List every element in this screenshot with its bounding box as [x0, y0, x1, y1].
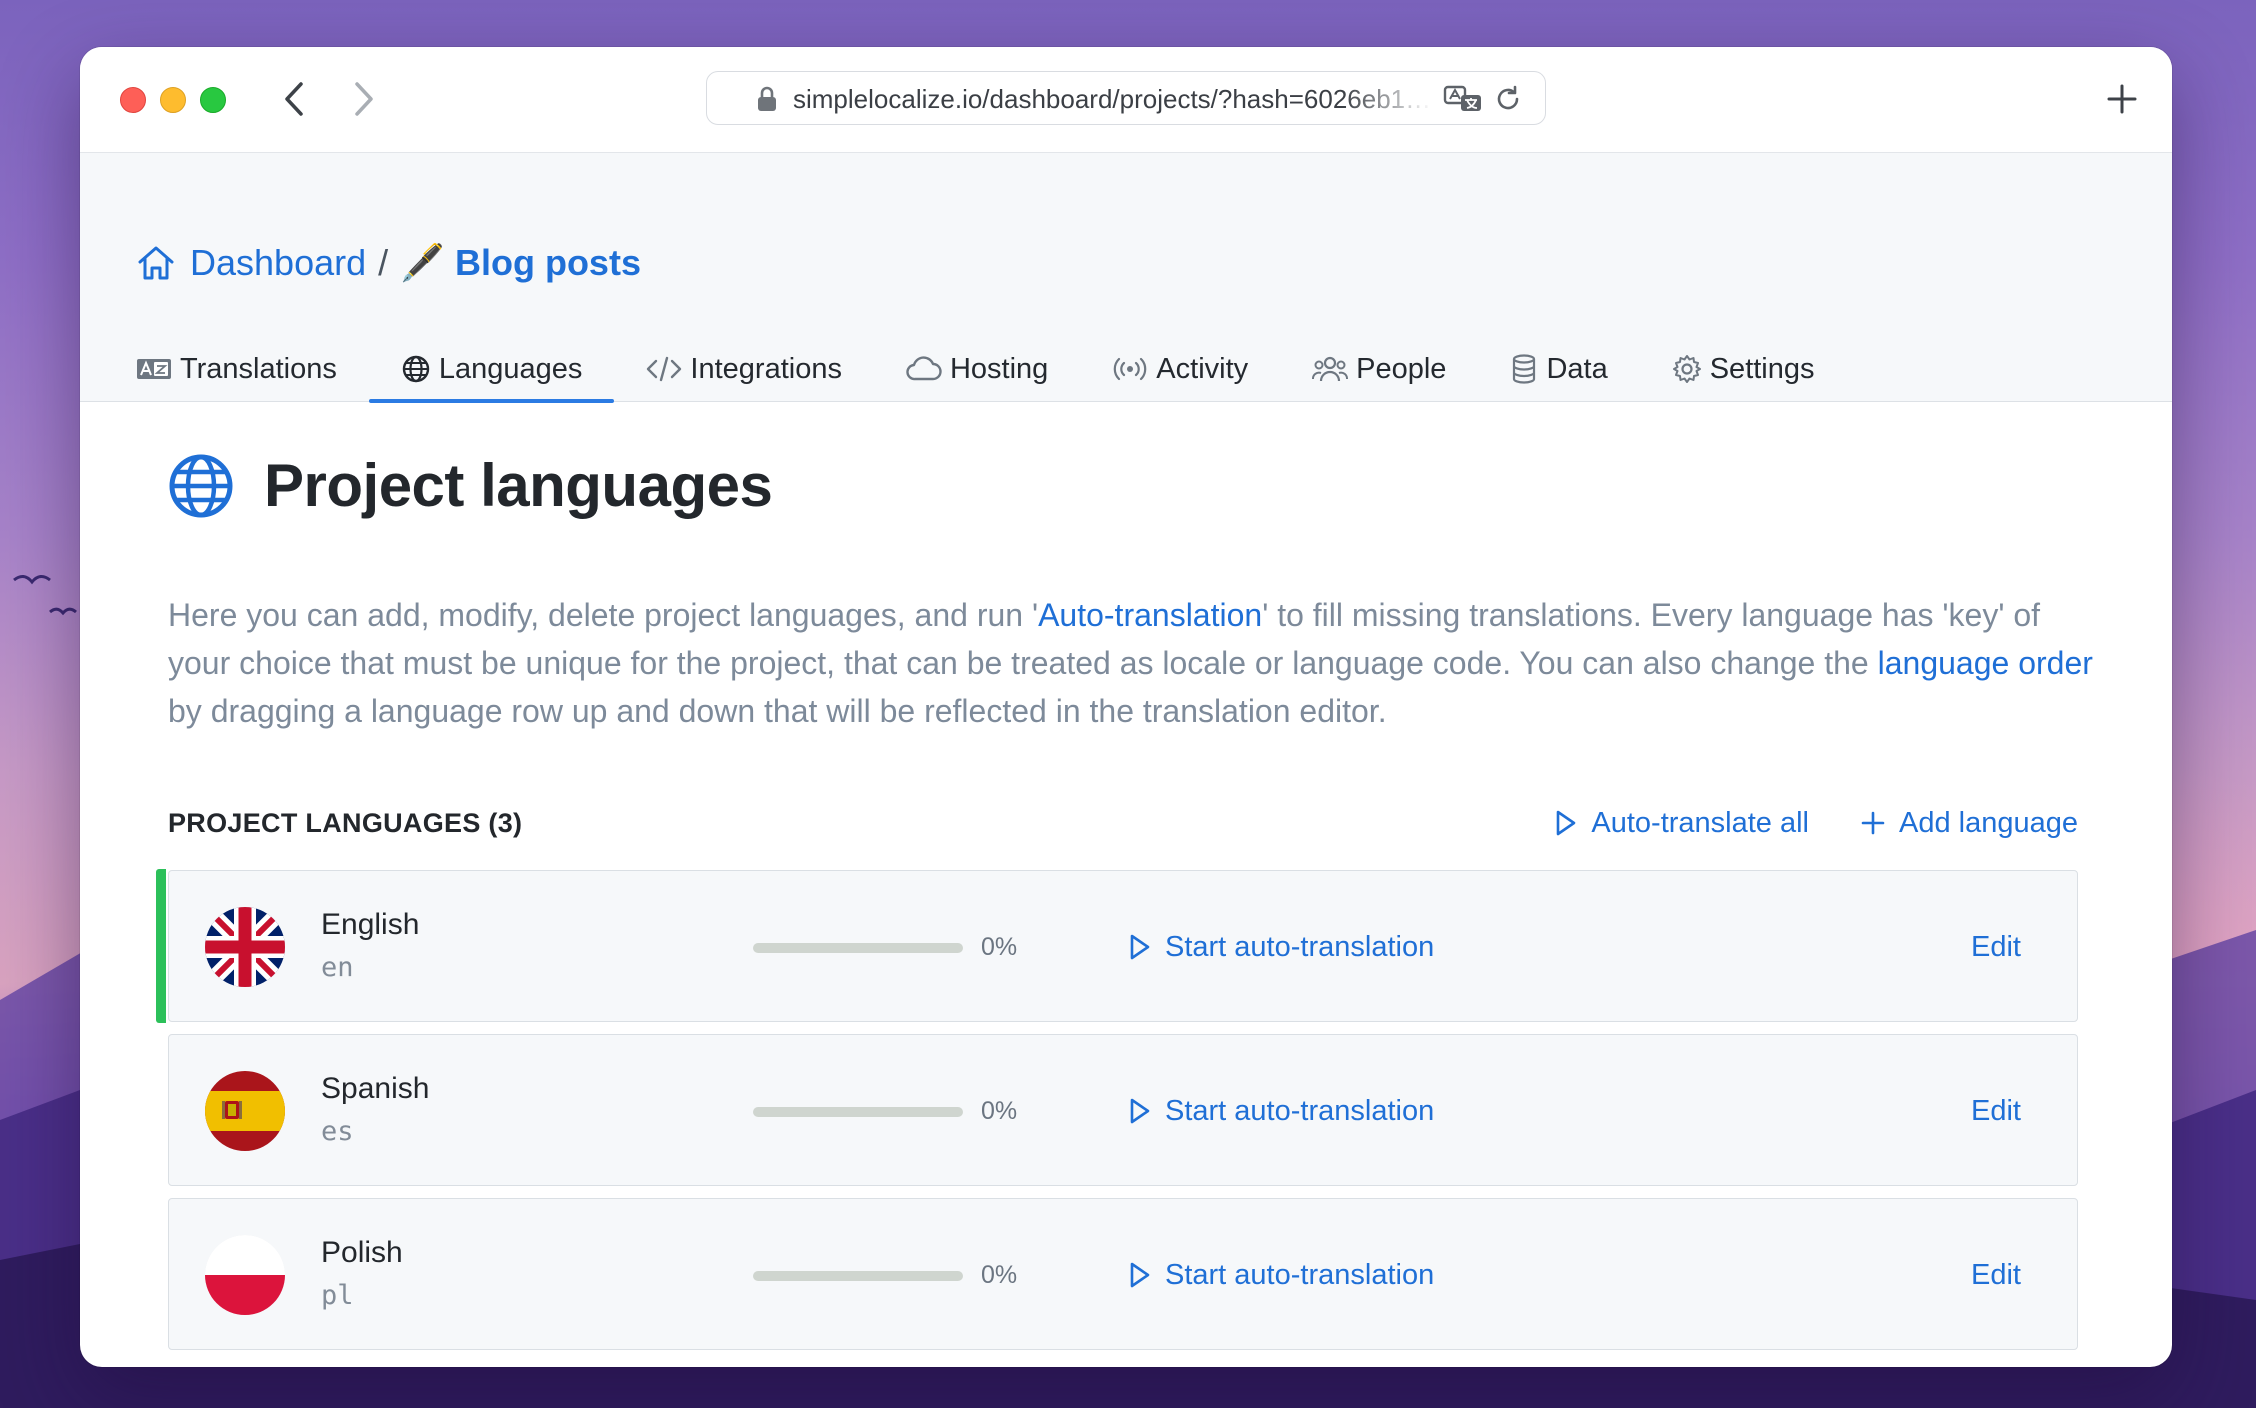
gear-icon — [1672, 354, 1702, 384]
language-code: pl — [321, 1280, 354, 1311]
auto-translation-link[interactable]: Auto-translation — [1038, 597, 1262, 633]
start-auto-translation-label: Start auto-translation — [1165, 1258, 1435, 1291]
people-icon — [1312, 355, 1349, 383]
edit-language-button[interactable]: Edit — [1971, 929, 2021, 965]
language-order-link[interactable]: language order — [1878, 645, 2093, 681]
tab-hosting[interactable]: Hosting — [906, 337, 1048, 401]
start-auto-translation-label: Start auto-translation — [1165, 1094, 1435, 1127]
translate-icon[interactable] — [1443, 84, 1483, 114]
home-icon[interactable] — [136, 244, 176, 282]
poland-flag-icon — [205, 1235, 285, 1315]
translations-icon — [136, 357, 172, 381]
add-language-button[interactable]: Add language — [1861, 807, 2078, 840]
tab-settings-label: Settings — [1709, 352, 1815, 385]
tab-data[interactable]: Data — [1510, 337, 1608, 401]
tab-people-label: People — [1356, 352, 1447, 385]
play-icon — [1555, 810, 1577, 836]
tab-integrations[interactable]: Integrations — [646, 337, 842, 401]
language-name: Polish — [321, 1236, 403, 1269]
language-name: English — [321, 908, 420, 941]
cloud-icon — [906, 356, 942, 382]
forward-button[interactable] — [342, 77, 386, 121]
language-code: es — [321, 1116, 354, 1147]
description-text: Here you can add, modify, delete project… — [168, 597, 1039, 633]
language-row-polish[interactable]: Polish pl 0% Start auto-translation Edit — [168, 1198, 2078, 1350]
tab-languages-label: Languages — [438, 352, 583, 385]
edit-language-button[interactable]: Edit — [1971, 1257, 2021, 1293]
breadcrumb: Dashboard / 🖋️ Blog posts — [136, 241, 641, 285]
plus-icon — [2107, 84, 2137, 114]
new-tab-button[interactable] — [2100, 77, 2144, 121]
tab-hosting-label: Hosting — [949, 352, 1049, 385]
translation-progress-label: 0% — [981, 1097, 1018, 1125]
start-auto-translation-label: Start auto-translation — [1165, 930, 1435, 963]
back-icon — [285, 82, 303, 116]
play-icon — [1129, 934, 1151, 960]
plus-icon — [1861, 811, 1885, 835]
auto-translate-all-button[interactable]: Auto-translate all — [1555, 807, 1809, 840]
edit-language-button[interactable]: Edit — [1971, 1093, 2021, 1129]
back-button[interactable] — [272, 77, 316, 121]
translation-progress-label: 0% — [981, 933, 1018, 961]
tab-integrations-label: Integrations — [690, 352, 842, 385]
play-icon — [1129, 1098, 1151, 1124]
language-row-english[interactable]: English en 0% Start auto-translation Edi… — [156, 869, 2078, 1023]
language-code: en — [321, 952, 354, 983]
languages-section-header: PROJECT LANGUAGES (3) Auto-translate all… — [168, 803, 2078, 843]
breadcrumb-separator: / — [378, 242, 389, 283]
broadcast-icon — [1112, 356, 1148, 382]
page-heading: Project languages — [168, 451, 773, 520]
address-bar-url[interactable]: simplelocalize.io/dashboard/projects/?ha… — [793, 84, 1433, 114]
tab-settings[interactable]: Settings — [1672, 337, 1815, 401]
page-title: Project languages — [264, 452, 773, 519]
add-language-label: Add language — [1899, 806, 2078, 839]
zoom-window-button[interactable] — [200, 87, 226, 113]
code-icon — [646, 355, 682, 383]
description-text: by dragging a language row up and down t… — [168, 693, 1387, 729]
tab-activity[interactable]: Activity — [1112, 337, 1248, 401]
globe-icon — [169, 454, 233, 517]
forward-icon — [355, 82, 373, 116]
translation-progress-label: 0% — [981, 1261, 1018, 1289]
lock-icon — [758, 86, 776, 111]
translation-progress-bar — [753, 1271, 963, 1281]
tab-activity-label: Activity — [1156, 352, 1249, 385]
language-row-spanish[interactable]: Spanish es 0% Start auto-translation Edi… — [168, 1034, 2078, 1186]
close-window-button[interactable] — [120, 87, 146, 113]
project-header: Dashboard / 🖋️ Blog posts Translations L… — [80, 153, 2172, 403]
tab-translations[interactable]: Translations — [136, 337, 337, 401]
project-tabs: Translations Languages Integrations Host… — [136, 337, 1815, 403]
uk-flag-icon — [205, 907, 285, 987]
browser-window: simplelocalize.io/dashboard/projects/?ha… — [80, 47, 2172, 1367]
play-icon — [1129, 1262, 1151, 1288]
tab-people[interactable]: People — [1312, 337, 1446, 401]
address-bar[interactable]: simplelocalize.io/dashboard/projects/?ha… — [706, 71, 1546, 125]
auto-translate-all-label: Auto-translate all — [1591, 806, 1809, 839]
tab-languages[interactable]: Languages — [368, 337, 614, 403]
globe-icon — [401, 354, 431, 384]
section-actions: Auto-translate all Add language — [1555, 803, 2078, 843]
start-auto-translation-button[interactable]: Start auto-translation — [1129, 1255, 1434, 1295]
reload-icon[interactable] — [1493, 84, 1523, 114]
tab-data-label: Data — [1546, 352, 1608, 385]
breadcrumb-dashboard-link[interactable]: Dashboard — [190, 242, 366, 284]
page-description: Here you can add, modify, delete project… — [168, 591, 2108, 735]
translation-progress-bar — [753, 1107, 963, 1117]
breadcrumb-current-project[interactable]: Blog posts — [455, 242, 641, 284]
browser-toolbar: simplelocalize.io/dashboard/projects/?ha… — [80, 47, 2172, 153]
spain-flag-icon — [205, 1071, 285, 1151]
project-emoji-icon: 🖋️ — [400, 242, 445, 283]
start-auto-translation-button[interactable]: Start auto-translation — [1129, 1091, 1434, 1131]
start-auto-translation-button[interactable]: Start auto-translation — [1129, 927, 1434, 967]
database-icon — [1510, 354, 1538, 384]
tab-translations-label: Translations — [180, 352, 337, 385]
language-name: Spanish — [321, 1072, 430, 1105]
minimize-window-button[interactable] — [160, 87, 186, 113]
languages-section-title: PROJECT LANGUAGES (3) — [168, 808, 523, 838]
translation-progress-bar — [753, 943, 963, 953]
